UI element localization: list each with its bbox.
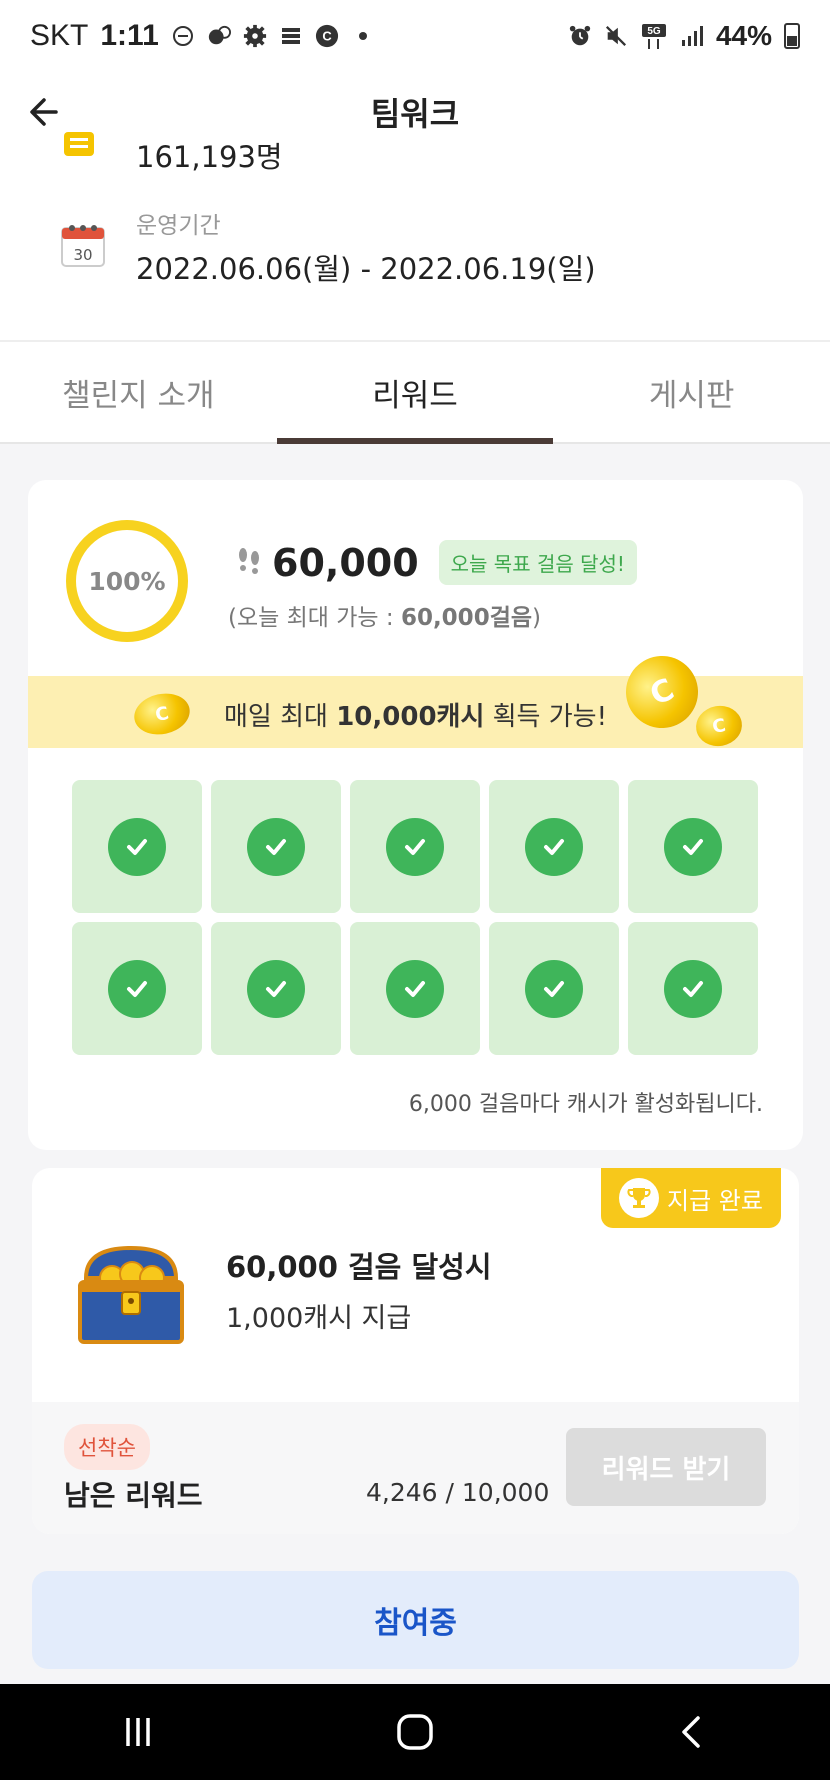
media-notification-icon [279,24,303,48]
participants-count: 161,193명 [136,140,283,174]
remaining-rewards-value: 4,246 / 10,000 [366,1478,550,1507]
battery-percent: 44% [715,20,772,51]
reward-subtitle: 1,000캐시 지급 [226,1303,412,1334]
period-row: 30 운영기간 2022.06.06(월) - 2022.06.19(일) [0,206,830,296]
progress-ring: 100% [66,520,188,642]
check-icon [525,817,583,876]
settings-notification-icon [243,24,267,48]
max-steps-prefix: (오늘 최대 가능 : [228,605,401,631]
reward-footer: 선착순 남은 리워드 4,246 / 10,000 리워드 받기 [32,1402,799,1534]
tab-reward[interactable]: 리워드 [276,342,554,444]
check-icon [386,817,444,876]
claim-reward-button[interactable]: 리워드 받기 [566,1428,766,1506]
step-count: 60,000 [272,540,419,585]
max-steps-value: 60,000걸음 [400,605,533,631]
clock: 1:11 [100,19,159,52]
participants-row: 161,193명 [0,126,830,186]
svg-text:C: C [322,29,331,44]
step-milestone-cell [72,780,202,913]
calendar-icon: 30 [60,222,106,272]
carrier-label: SKT [30,19,89,52]
paid-complete-badge: 지급 완료 [601,1168,781,1228]
check-icon [664,817,722,876]
system-nav-bar [0,1684,830,1780]
steps-row: 60,000 오늘 목표 걸음 달성! [236,540,637,585]
remaining-rewards-label: 남은 리워드 [64,1479,203,1512]
check-icon [664,959,722,1018]
step-milestone-cell [628,922,758,1055]
max-steps-line: (오늘 최대 가능 : 60,000걸음) [228,598,541,632]
check-icon [525,959,583,1018]
step-milestone-cell [628,780,758,913]
period-text: 운영기간 2022.06.06(월) - 2022.06.19(일) [136,206,596,288]
step-milestone-cell [211,780,341,913]
first-come-badge: 선착순 [64,1424,150,1470]
period-label: 운영기간 [136,213,221,239]
tab-bar: 챌린지 소개 리워드 게시판 [0,342,830,444]
reward-card: 지급 완료 60,000 걸음 달성시 1,000캐시 지급 선착순 남은 리워… [32,1168,799,1534]
step-milestone-cell [489,780,619,913]
step-milestone-cell [350,780,480,913]
check-icon [247,817,305,876]
daily-cash-banner: C 매일 최대 10,000캐시 획득 가능! C C [28,644,803,750]
svg-text:30: 30 [73,246,92,264]
check-icon [247,959,305,1018]
treasure-chest-icon [72,1238,190,1348]
participants-icon [60,132,100,170]
home-icon[interactable] [385,1702,445,1762]
banner-highlight: 10,000캐시 [336,702,485,732]
tab-board[interactable]: 게시판 [553,342,830,442]
alarm-icon [568,24,592,48]
dnd-icon [171,24,195,48]
tab-challenge-intro[interactable]: 챌린지 소개 [0,342,277,442]
max-steps-suffix: ) [532,605,541,631]
grid-note: 6,000 걸음마다 캐시가 활성화됩니다. [408,1092,763,1117]
check-icon [108,817,166,876]
network-label: 5G [647,26,661,37]
banner-prefix: 매일 최대 [223,702,337,732]
footprint-icon [236,546,262,580]
paid-complete-label: 지급 완료 [667,1186,763,1215]
step-milestone-cell [489,922,619,1055]
step-progress-card: 100% 60,000 오늘 목표 걸음 달성! (오늘 최대 가능 : 60,… [28,480,803,1150]
battery-icon [784,23,800,49]
mute-icon [604,24,628,48]
banner-suffix: 획득 가능! [484,702,608,732]
recent-apps-icon[interactable] [108,1702,168,1762]
step-milestone-grid [72,780,762,1055]
participating-button[interactable]: 참여중 [32,1571,799,1669]
check-icon [386,959,444,1018]
step-milestone-cell [211,922,341,1055]
period-value: 2022.06.06(월) - 2022.06.19(일) [136,252,596,286]
check-icon [108,959,166,1018]
cash-notification-icon: C [315,24,339,48]
app-notification-icon [207,24,231,48]
system-back-icon[interactable] [662,1702,722,1762]
goal-achieved-badge: 오늘 목표 걸음 달성! [438,540,637,585]
progress-percent: 100% [88,566,166,596]
trophy-icon [619,1178,660,1218]
reward-title: 60,000 걸음 달성시 [226,1250,492,1284]
signal-icon [680,24,704,48]
step-milestone-cell [350,922,480,1055]
step-milestone-cell [72,922,202,1055]
more-notifications-dot [351,24,375,48]
status-bar: SKT 1:11 C 5G 44% [0,0,830,72]
network-5g-icon: 5G [640,24,668,49]
